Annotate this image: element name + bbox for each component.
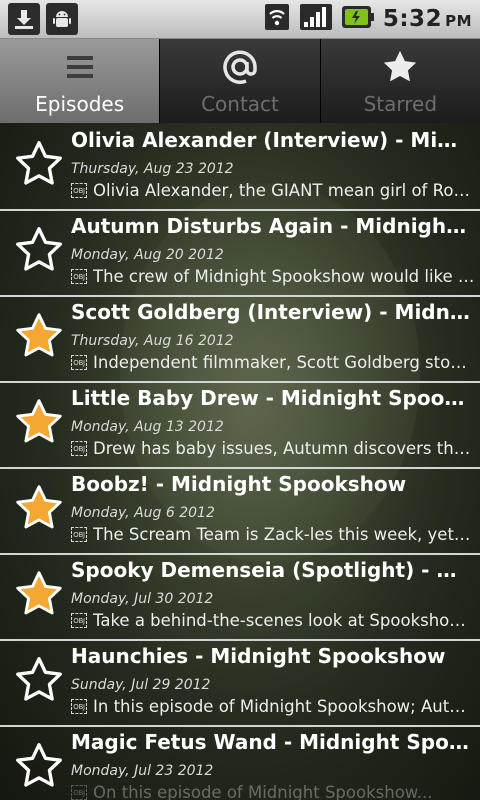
episode-date: Thursday, Aug 23 2012 [71, 161, 234, 177]
episode-description: Independent filmmaker, Scott Goldberg st… [93, 353, 475, 372]
media-object-icon: OBJ [71, 269, 87, 284]
episode-date: Monday, Aug 13 2012 [71, 419, 224, 435]
wifi-icon [263, 2, 291, 36]
tab-contact-label: Contact [201, 92, 279, 116]
clock-ampm: PM [445, 12, 472, 30]
favorite-star-icon[interactable] [14, 139, 64, 189]
media-object-icon: OBJ [71, 785, 87, 800]
episode-date: Sunday, Jul 29 2012 [71, 677, 211, 693]
download-icon[interactable] [8, 3, 40, 35]
episode-title: Autumn Disturbs Again - Midnight Spooksh… [71, 214, 471, 238]
tab-starred-label: Starred [363, 92, 438, 116]
media-object-icon: OBJ [71, 699, 87, 714]
tab-contact[interactable]: Contact [160, 39, 321, 123]
episode-date: Monday, Aug 6 2012 [71, 505, 215, 521]
episode-title: Little Baby Drew - Midnight Spookshow [71, 386, 471, 410]
media-object-icon: OBJ [71, 527, 87, 542]
episode-date: Monday, Aug 20 2012 [71, 247, 224, 263]
episode-date: Monday, Jul 23 2012 [71, 763, 214, 779]
episode-description: The Scream Team is Zack-les this week, y… [93, 525, 475, 544]
episode-description: Take a behind-the-scenes look at Spooksh… [93, 611, 475, 630]
episode-description: The crew of Midnight Spookshow would lik… [93, 267, 475, 286]
favorite-star-filled-icon[interactable] [14, 483, 64, 533]
star-icon [381, 48, 419, 90]
battery-icon [341, 2, 375, 36]
episode-description: In this episode of Midnight Spookshow; A… [93, 697, 475, 716]
at-sign-icon [221, 48, 259, 90]
episode-title: Olivia Alexander (Interview) - Midnight … [71, 128, 471, 152]
episode-row[interactable]: Haunchies - Midnight Spookshow Sunday, J… [0, 639, 480, 727]
media-object-icon: OBJ [71, 441, 87, 456]
episode-row[interactable]: Autumn Disturbs Again - Midnight Spooksh… [0, 209, 480, 297]
tab-starred[interactable]: Starred [320, 39, 480, 123]
favorite-star-icon[interactable] [14, 741, 64, 791]
tab-episodes-label: Episodes [35, 92, 125, 116]
favorite-star-filled-icon[interactable] [14, 569, 64, 619]
signal-icon [299, 2, 333, 36]
clock-time: 5:32 [382, 6, 443, 32]
episode-row[interactable]: Magic Fetus Wand - Midnight Spookshow Mo… [0, 725, 480, 800]
episode-date: Thursday, Aug 16 2012 [71, 333, 234, 349]
episode-date: Monday, Jul 30 2012 [71, 591, 214, 607]
episode-title: Spooky Demenseia (Spotlight) - Midnight … [71, 558, 471, 582]
status-bar: 5:32 PM [0, 0, 480, 39]
episode-title: Scott Goldberg (Interview) - Midnight Sp… [71, 300, 471, 324]
episode-row[interactable]: Boobz! - Midnight Spookshow Monday, Aug … [0, 467, 480, 555]
episode-row[interactable]: Scott Goldberg (Interview) - Midnight Sp… [0, 295, 480, 383]
media-object-icon: OBJ [71, 183, 87, 198]
episode-title: Haunchies - Midnight Spookshow [71, 644, 446, 668]
episode-row[interactable]: Spooky Demenseia (Spotlight) - Midnight … [0, 553, 480, 641]
episode-description: Drew has baby issues, Autumn discovers t… [93, 439, 475, 458]
episode-description: On this episode of Midnight Spookshow... [93, 783, 433, 800]
tab-episodes[interactable]: Episodes [0, 39, 161, 123]
episode-list[interactable]: Olivia Alexander (Interview) - Midnight … [0, 123, 480, 800]
episode-title: Boobz! - Midnight Spookshow [71, 472, 407, 496]
media-object-icon: OBJ [71, 613, 87, 628]
list-icon [65, 52, 95, 86]
tab-bar: Episodes Contact Starred [0, 39, 480, 123]
episode-row[interactable]: Olivia Alexander (Interview) - Midnight … [0, 123, 480, 211]
episode-description: Olivia Alexander, the GIANT mean girl of… [93, 181, 475, 200]
episode-title: Magic Fetus Wand - Midnight Spookshow [71, 730, 471, 754]
favorite-star-icon[interactable] [14, 655, 64, 705]
favorite-star-filled-icon[interactable] [14, 397, 64, 447]
clock: 5:32 PM [383, 6, 472, 32]
android-icon[interactable] [46, 3, 78, 35]
media-object-icon: OBJ [71, 355, 87, 370]
episode-row[interactable]: Little Baby Drew - Midnight Spookshow Mo… [0, 381, 480, 469]
favorite-star-filled-icon[interactable] [14, 311, 64, 361]
favorite-star-icon[interactable] [14, 225, 64, 275]
